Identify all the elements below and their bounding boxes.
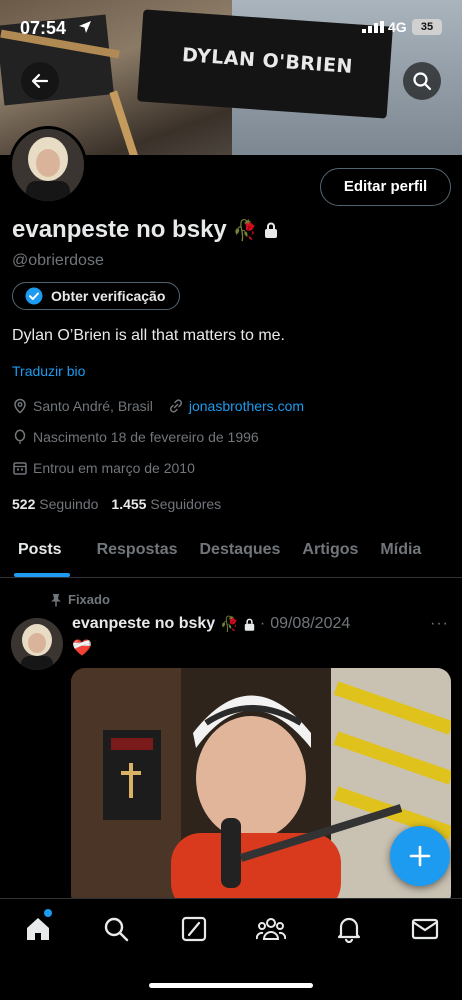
profile-meta-location-website: Santo André, Brasil jonasbrothers.com	[12, 398, 304, 414]
avatar-photo	[12, 129, 84, 201]
nav-communities[interactable]	[255, 913, 287, 945]
nav-search[interactable]	[100, 913, 132, 945]
communities-icon	[256, 918, 286, 940]
nav-home[interactable]	[22, 913, 54, 945]
post-author-avatar[interactable]	[11, 618, 63, 670]
profile-meta-joined: Entrou em março de 2010	[12, 460, 195, 476]
home-icon	[27, 918, 49, 940]
search-icon	[104, 917, 129, 942]
followers-stat[interactable]: 1.455 Seguidores	[111, 496, 221, 512]
post-date[interactable]: 09/08/2024	[270, 615, 350, 633]
location-pin-icon	[14, 398, 26, 414]
tab-replies[interactable]: Respostas	[73, 530, 189, 578]
post-text: ❤️‍🩹	[72, 640, 92, 657]
nav-notifications[interactable]	[333, 913, 365, 945]
translate-bio-link[interactable]: Traduzir bio	[12, 363, 85, 379]
pin-icon	[51, 593, 61, 606]
battery-indicator: 35	[412, 19, 442, 35]
profile-display-name: evanpeste no bsky 🥀	[12, 216, 278, 244]
pinned-indicator: Fixado	[50, 592, 110, 607]
arrow-left-icon	[31, 73, 49, 89]
profile-bio: Dylan O’Brien is all that matters to me.	[12, 327, 285, 344]
verified-badge-icon	[25, 287, 43, 305]
nav-messages[interactable]	[409, 913, 441, 945]
tab-highlights[interactable]: Destaques	[189, 530, 292, 578]
display-name-text: evanpeste no bsky	[12, 216, 227, 243]
lock-icon	[264, 222, 277, 238]
profile-avatar[interactable]	[9, 126, 87, 204]
tab-articles[interactable]: Artigos	[291, 530, 369, 578]
profile-website-link[interactable]: jonasbrothers.com	[189, 398, 304, 414]
follow-stats: 522 Seguindo 1.455 Seguidores	[12, 496, 221, 512]
post-more-button[interactable]: ···	[430, 615, 449, 633]
followers-label: Seguidores	[150, 496, 222, 512]
messages-icon	[411, 918, 439, 940]
tab-media[interactable]: Mídia	[369, 530, 432, 578]
avatar-photo	[11, 618, 63, 670]
balloon-icon	[14, 429, 26, 444]
profile-handle: @obrierdose	[12, 252, 104, 269]
calendar-icon	[13, 462, 27, 475]
pinned-label: Fixado	[68, 592, 110, 607]
grok-icon	[181, 916, 207, 942]
following-label: Seguindo	[39, 496, 99, 512]
tab-posts[interactable]: Posts	[0, 530, 73, 578]
edit-profile-button[interactable]: Editar perfil	[320, 168, 451, 206]
lock-icon	[244, 618, 255, 631]
banner-chair-leg	[109, 90, 139, 155]
compose-post-button[interactable]	[390, 826, 450, 886]
get-verified-label: Obter verificação	[51, 288, 166, 304]
notifications-icon	[337, 917, 361, 943]
nav-grok[interactable]	[178, 913, 210, 945]
network-type: 4G	[388, 19, 407, 35]
home-indicator-bar	[149, 983, 313, 988]
post-header: evanpeste no bsky 🥀 · 09/08/2024	[72, 615, 350, 633]
home-notification-dot	[44, 909, 52, 917]
status-time: 07:54	[20, 18, 67, 38]
profile-search-button[interactable]	[403, 62, 441, 100]
signal-icon	[362, 21, 384, 33]
search-icon	[413, 72, 432, 91]
status-bar: 07:54 4G 35	[0, 0, 462, 58]
following-stat[interactable]: 522 Seguindo	[12, 496, 98, 512]
rose-emoji: 🥀	[232, 219, 258, 242]
post-separator: ·	[259, 615, 266, 632]
location-arrow-icon	[79, 21, 91, 33]
rose-emoji: 🥀	[220, 616, 239, 633]
profile-birth-date: Nascimento 18 de fevereiro de 1996	[33, 429, 259, 445]
plus-icon	[409, 845, 431, 867]
profile-meta-birth: Nascimento 18 de fevereiro de 1996	[12, 429, 259, 445]
back-button[interactable]	[21, 62, 59, 100]
get-verified-button[interactable]: Obter verificação	[12, 282, 181, 310]
profile-tabs: Posts Respostas Destaques Artigos Mídia	[0, 530, 462, 578]
link-icon	[169, 399, 182, 413]
followers-count: 1.455	[111, 496, 147, 512]
following-count: 522	[12, 496, 36, 512]
profile-joined-date: Entrou em março de 2010	[33, 460, 195, 476]
profile-location: Santo André, Brasil	[33, 398, 153, 414]
post-author-name[interactable]: evanpeste no bsky	[72, 615, 215, 633]
